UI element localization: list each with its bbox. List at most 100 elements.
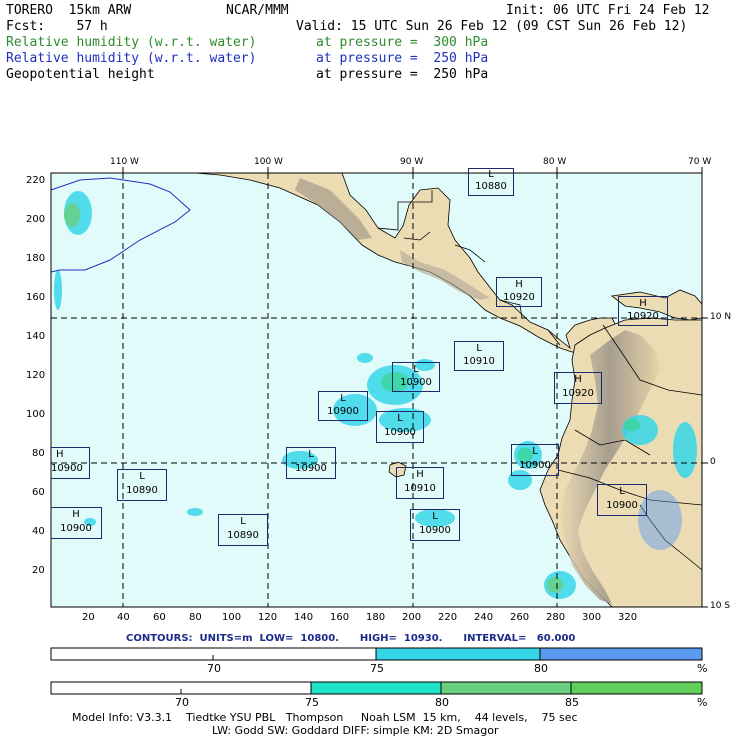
- height-type: H: [72, 509, 80, 520]
- height-value: 10900: [400, 377, 432, 388]
- height-label: L 10900: [318, 391, 368, 421]
- x-tick: 120: [258, 612, 278, 623]
- height-label: H 10900: [51, 447, 90, 479]
- lon-label: 100 W: [254, 157, 283, 167]
- x-tick: 280: [546, 612, 566, 623]
- height-label: L 10900: [511, 444, 559, 476]
- colorbar-rh250-label: 75: [370, 662, 384, 675]
- height-type: H: [515, 279, 523, 290]
- colorbar-rh250: [50, 647, 703, 661]
- height-value: 10920: [503, 292, 535, 303]
- height-label: H 10920: [554, 372, 602, 404]
- y-tick: 20: [32, 565, 45, 576]
- y-tick: 100: [26, 409, 46, 420]
- y-tick: 220: [26, 175, 46, 186]
- lat-label: 0: [710, 457, 716, 467]
- height-label: L 10900: [392, 362, 440, 392]
- height-label: L 10900: [410, 509, 460, 541]
- y-tick: 140: [26, 331, 46, 342]
- height-type: L: [619, 486, 625, 497]
- height-type: H: [639, 298, 647, 309]
- x-tick: 320: [618, 612, 638, 623]
- colorbar-rh250-label: 80: [534, 662, 548, 675]
- colorbar-rh300-label: 70: [175, 696, 189, 709]
- height-label: H 10920: [496, 277, 542, 307]
- height-label: H 10920: [618, 296, 668, 326]
- lat-label: 10 S: [710, 601, 731, 611]
- lat-label: 10 N: [710, 312, 732, 322]
- height-label: L 10910: [454, 341, 504, 371]
- height-value: 10890: [227, 530, 259, 541]
- colorbar-rh300-label: 80: [435, 696, 449, 709]
- height-label: H 10900: [51, 507, 102, 539]
- x-tick: 40: [117, 612, 130, 623]
- height-value: 10900: [606, 500, 638, 511]
- height-type: L: [488, 169, 494, 180]
- colorbar-rh300-label: 75: [305, 696, 319, 709]
- y-tick: 40: [32, 526, 45, 537]
- colorbar-rh300-label: %: [697, 696, 708, 709]
- height-type: L: [476, 343, 482, 354]
- height-label: L 10900: [286, 447, 336, 479]
- y-tick: 60: [32, 487, 45, 498]
- height-value: 10900: [60, 523, 92, 534]
- height-label: L 10900: [597, 484, 647, 516]
- height-value: 10900: [419, 525, 451, 536]
- x-tick: 100: [222, 612, 242, 623]
- x-tick: 160: [330, 612, 350, 623]
- contour-info: CONTOURS: UNITS=m LOW= 10800. HIGH= 1093…: [126, 633, 576, 644]
- lon-label: 90 W: [400, 157, 424, 167]
- weather-map: [50, 167, 708, 695]
- height-value: 10900: [384, 427, 416, 438]
- height-type: L: [432, 511, 438, 522]
- y-tick: 200: [26, 214, 46, 225]
- height-label: L 10890: [218, 514, 268, 546]
- height-value: 10900: [295, 463, 327, 474]
- colorbar-rh250-label: 70: [207, 662, 221, 675]
- height-type: L: [240, 516, 246, 527]
- height-value: 10890: [126, 485, 158, 496]
- height-type: H: [56, 449, 64, 460]
- height-value: 10880: [475, 181, 507, 192]
- height-value: 10910: [463, 356, 495, 367]
- x-tick: 220: [438, 612, 458, 623]
- height-value: 10910: [404, 483, 436, 494]
- model-info-line2: LW: Godd SW: Goddard DIFF: simple KM: 2D…: [212, 724, 499, 737]
- height-value: 10900: [327, 406, 359, 417]
- height-label: H 10910: [396, 467, 444, 499]
- height-value: 10900: [519, 460, 551, 471]
- height-value: 10920: [627, 311, 659, 322]
- x-tick: 60: [153, 612, 166, 623]
- y-tick: 160: [26, 292, 46, 303]
- height-type: L: [397, 413, 403, 424]
- colorbar-rh300: [50, 681, 703, 695]
- x-tick: 260: [510, 612, 530, 623]
- y-tick: 180: [26, 253, 46, 264]
- y-tick: 120: [26, 370, 46, 381]
- height-type: H: [574, 374, 582, 385]
- colorbar-rh250-label: %: [697, 662, 708, 675]
- x-tick: 240: [474, 612, 494, 623]
- height-label: L 10900: [376, 411, 424, 443]
- model-info-line1: Model Info: V3.3.1 Tiedtke YSU PBL Thomp…: [72, 711, 578, 724]
- height-value: 10900: [51, 463, 83, 474]
- height-label: L 10890: [117, 469, 167, 501]
- height-type: L: [413, 364, 419, 375]
- x-tick: 300: [582, 612, 602, 623]
- x-tick: 20: [82, 612, 95, 623]
- x-tick: 80: [189, 612, 202, 623]
- x-tick: 180: [366, 612, 386, 623]
- height-label: L 10880: [468, 168, 514, 196]
- x-tick: 140: [294, 612, 314, 623]
- lon-label: 70 W: [688, 157, 712, 167]
- height-type: L: [532, 446, 538, 457]
- height-type: L: [340, 393, 346, 404]
- height-type: L: [308, 449, 314, 460]
- colorbar-rh300-label: 85: [565, 696, 579, 709]
- lon-label: 80 W: [543, 157, 567, 167]
- y-tick: 80: [32, 448, 45, 459]
- height-value: 10920: [562, 388, 594, 399]
- lon-label: 110 W: [110, 157, 139, 167]
- height-type: H: [416, 469, 424, 480]
- height-type: L: [139, 471, 145, 482]
